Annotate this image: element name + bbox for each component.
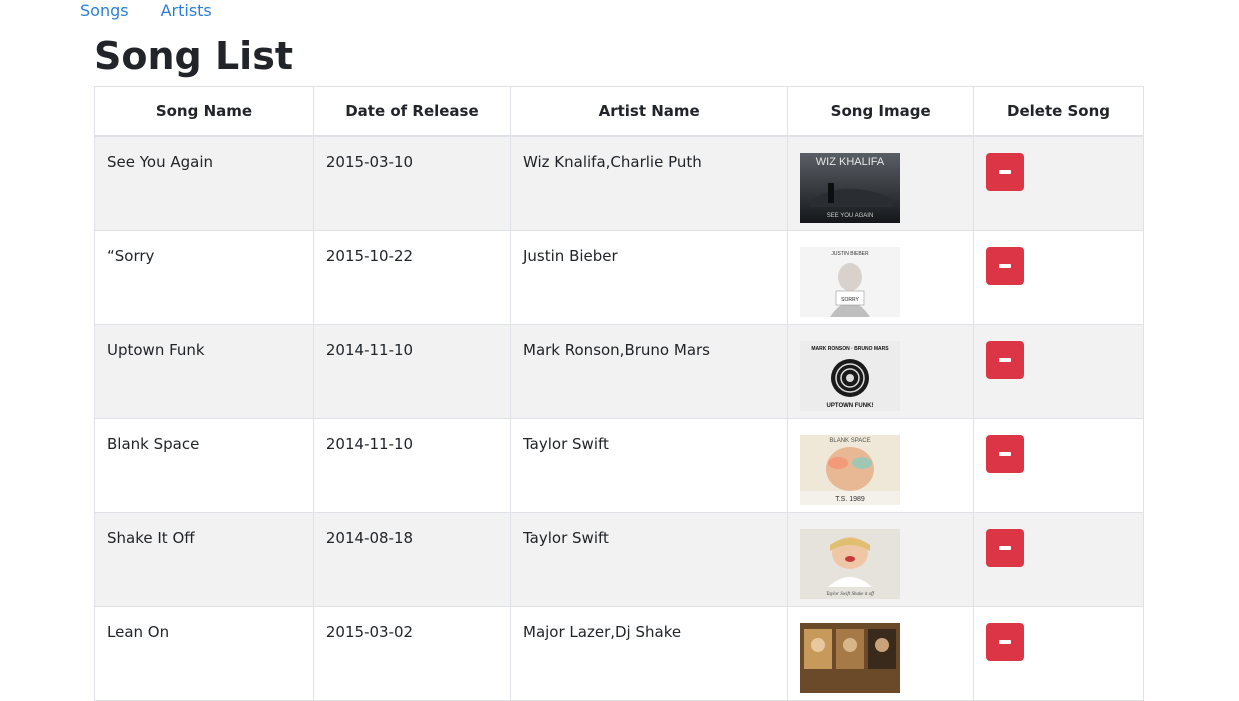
song-name-cell: “Sorry: [94, 229, 314, 325]
svg-text:SORRY: SORRY: [841, 297, 859, 303]
release-date-cell: 2015-03-02: [312, 605, 512, 701]
table-header-row: Song Name Date of Release Artist Name So…: [94, 86, 1144, 137]
release-date-cell: 2015-10-22: [312, 229, 512, 325]
song-name-cell: Uptown Funk: [94, 323, 314, 419]
songs-table: Song Name Date of Release Artist Name So…: [94, 86, 1144, 701]
song-cover-image: [800, 622, 901, 693]
artist-name-cell: Wiz Knalifa,Charlie Puth: [509, 135, 789, 231]
song-cover-image: WIZ KHALIFA SEE YOU AGAIN: [800, 153, 901, 223]
delete-cell: [973, 511, 1144, 607]
delete-cell: [973, 323, 1144, 419]
release-date-cell: 2014-11-10: [312, 417, 512, 513]
page-title: Song List: [94, 34, 293, 78]
song-image-cell: JUSTIN BIEBER SORRY: [787, 229, 975, 325]
minus-icon: [999, 451, 1012, 456]
song-cover-image: Taylor Swift Shake it off: [800, 528, 901, 599]
table-row: See You Again 2015-03-10 Wiz Knalifa,Cha…: [94, 135, 1144, 231]
nav-link-songs[interactable]: Songs: [80, 1, 129, 20]
minus-icon: [999, 639, 1012, 644]
artist-name-cell: Taylor Swift: [509, 417, 789, 513]
delete-song-button[interactable]: [986, 153, 1025, 191]
song-name-cell: Shake It Off: [94, 511, 314, 607]
delete-cell: [973, 135, 1144, 231]
header-song-name: Song Name: [94, 86, 314, 137]
minus-icon: [999, 170, 1012, 174]
delete-song-button[interactable]: [986, 246, 1025, 285]
minus-icon: [999, 357, 1012, 362]
svg-text:WIZ KHALIFA: WIZ KHALIFA: [816, 156, 885, 168]
artist-name-cell: Taylor Swift: [509, 511, 789, 607]
artist-name-cell: Mark Ronson,Bruno Mars: [509, 323, 789, 419]
minus-icon: [999, 545, 1012, 550]
table-row: Shake It Off 2014-08-18 Taylor Swift Tay…: [94, 511, 1144, 607]
table-row: “Sorry 2015-10-22 Justin Bieber JUSTIN B…: [94, 229, 1144, 325]
svg-text:Taylor Swift Shake it off: Taylor Swift Shake it off: [826, 592, 874, 597]
header-delete-song: Delete Song: [973, 86, 1144, 137]
delete-cell: [973, 605, 1144, 701]
header-date-of-release: Date of Release: [312, 86, 512, 137]
delete-song-button[interactable]: [986, 340, 1025, 379]
release-date-cell: 2015-03-10: [312, 135, 512, 231]
song-cover-image: BLANK SPACE T.S. 1989: [800, 434, 901, 505]
artist-name-cell: Major Lazer,Dj Shake: [509, 605, 789, 701]
svg-text:SEE YOU AGAIN: SEE YOU AGAIN: [827, 213, 874, 219]
artist-name-cell: Justin Bieber: [509, 229, 789, 325]
release-date-cell: 2014-11-10: [312, 323, 512, 419]
table-row: Lean On 2015-03-02 Major Lazer,Dj Shake: [94, 605, 1144, 701]
svg-text:JUSTIN BIEBER: JUSTIN BIEBER: [832, 251, 870, 257]
table-row: Uptown Funk 2014-11-10 Mark Ronson,Bruno…: [94, 323, 1144, 419]
song-cover-image: MARK RONSON · BRUNO MARS UPTOWN FUNK!: [800, 340, 901, 411]
svg-text:UPTOWN FUNK!: UPTOWN FUNK!: [827, 403, 874, 409]
delete-cell: [973, 229, 1144, 325]
song-image-cell: Taylor Swift Shake it off: [787, 511, 975, 607]
minus-icon: [999, 263, 1012, 268]
song-name-cell: See You Again: [94, 135, 314, 231]
nav-link-artists[interactable]: Artists: [161, 1, 212, 20]
header-song-image: Song Image: [787, 86, 975, 137]
song-cover-image: JUSTIN BIEBER SORRY: [800, 246, 901, 317]
song-image-cell: BLANK SPACE T.S. 1989: [787, 417, 975, 513]
table-row: Blank Space 2014-11-10 Taylor Swift BLAN…: [94, 417, 1144, 513]
song-name-cell: Blank Space: [94, 417, 314, 513]
song-image-cell: MARK RONSON · BRUNO MARS UPTOWN FUNK!: [787, 323, 975, 419]
delete-song-button[interactable]: [986, 622, 1025, 661]
header-artist-name: Artist Name: [509, 86, 789, 137]
top-nav: Songs Artists: [80, 1, 212, 20]
song-image-cell: [787, 605, 975, 701]
release-date-cell: 2014-08-18: [312, 511, 512, 607]
svg-text:MARK RONSON · BRUNO MARS: MARK RONSON · BRUNO MARS: [812, 346, 890, 352]
svg-text:T.S. 1989: T.S. 1989: [836, 496, 866, 503]
delete-song-button[interactable]: [986, 434, 1025, 473]
delete-cell: [973, 417, 1144, 513]
song-name-cell: Lean On: [94, 605, 314, 701]
svg-text:BLANK SPACE: BLANK SPACE: [830, 438, 871, 444]
delete-song-button[interactable]: [986, 528, 1025, 567]
song-image-cell: WIZ KHALIFA SEE YOU AGAIN: [787, 135, 975, 231]
